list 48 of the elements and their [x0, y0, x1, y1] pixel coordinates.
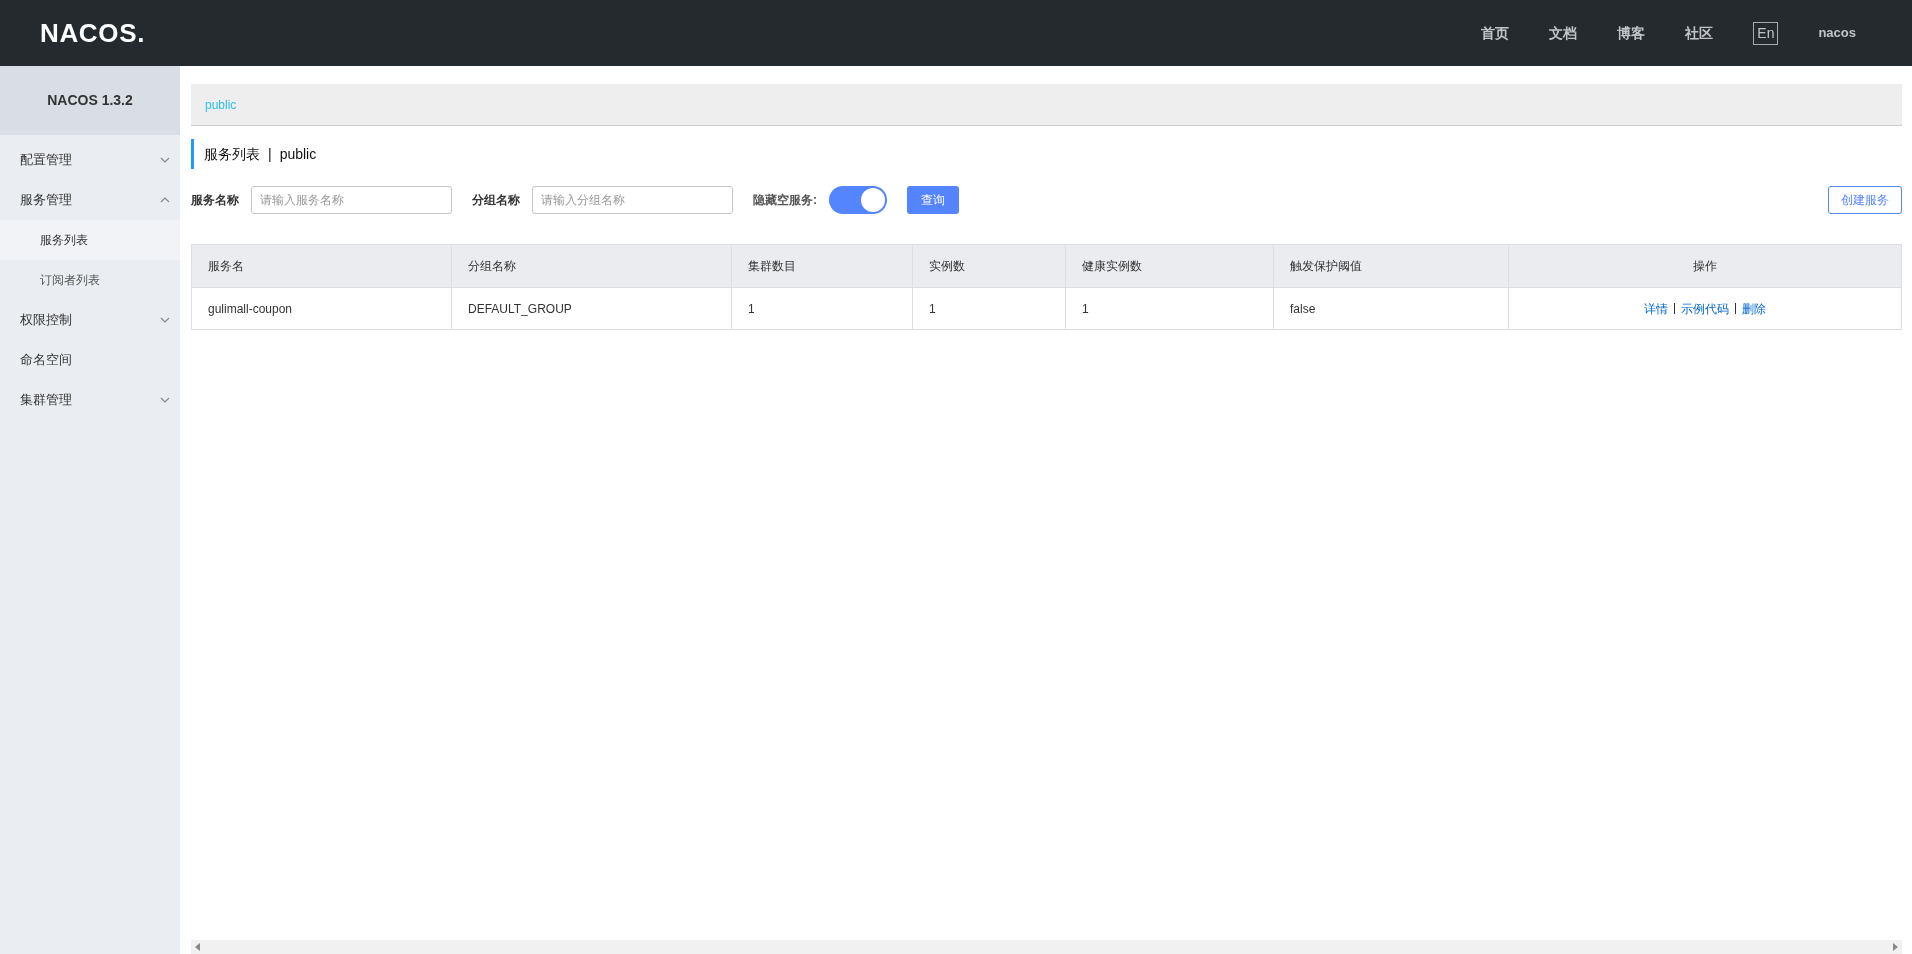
sidebar-subitem[interactable]: 服务列表 — [0, 220, 180, 260]
service-name-field[interactable]: 请输入服务名称 — [251, 186, 452, 214]
horizontal-scrollbar[interactable] — [191, 940, 1902, 954]
language-button[interactable]: En — [1753, 21, 1779, 45]
action-link[interactable]: 示例代码 — [1681, 299, 1729, 318]
table-cell: false — [1274, 288, 1509, 329]
page-title: 服务列表 — [204, 144, 260, 164]
table-cell: 1 — [913, 288, 1066, 329]
sidebar-item[interactable]: 集群管理 — [0, 380, 180, 420]
sidebar-item[interactable]: 权限控制 — [0, 300, 180, 340]
column-header: 实例数 — [913, 245, 1066, 287]
create-service-button[interactable]: 创建服务 — [1828, 186, 1902, 214]
title-separator: | — [268, 144, 272, 164]
column-header: 健康实例数 — [1066, 245, 1274, 287]
chevron-down-icon — [160, 397, 170, 403]
action-link[interactable]: 详情 — [1644, 299, 1668, 318]
column-header: 集群数目 — [732, 245, 913, 287]
user-name[interactable]: nacos — [1818, 23, 1856, 43]
column-header: 服务名 — [192, 245, 452, 287]
namespace-name: public — [279, 144, 317, 164]
scroll-left-icon[interactable] — [195, 943, 200, 951]
chevron-down-icon — [160, 157, 170, 163]
column-header: 触发保护阈值 — [1274, 245, 1509, 287]
group-name-field[interactable]: 请输入分组名称 — [532, 186, 733, 214]
chevron-up-icon — [160, 197, 170, 203]
table-cell: 1 — [1066, 288, 1274, 329]
action-link[interactable]: 删除 — [1742, 299, 1766, 318]
table-cell: gulimall-coupon — [192, 288, 452, 329]
sidebar-subitem[interactable]: 订阅者列表 — [0, 260, 180, 300]
chevron-down-icon — [160, 317, 170, 323]
table-cell: 1 — [732, 288, 913, 329]
column-header: 操作 — [1692, 258, 1718, 275]
logo[interactable]: NACOS. — [40, 13, 146, 53]
scroll-right-icon[interactable] — [1893, 943, 1898, 951]
sidebar-item[interactable]: 配置管理 — [0, 140, 180, 180]
nav-link[interactable]: 首页 — [1481, 22, 1510, 44]
sidebar-title: NACOS 1.3.2 — [0, 66, 180, 135]
field-label: 服务名称 — [191, 192, 239, 209]
nav-link[interactable]: 文档 — [1549, 22, 1578, 44]
hide-empty-switch[interactable] — [829, 186, 887, 214]
toggle-label: 隐藏空服务: — [753, 192, 817, 209]
field-label: 分组名称 — [472, 192, 520, 209]
sidebar-item[interactable]: 命名空间 — [0, 340, 180, 380]
nav-link[interactable]: 博客 — [1617, 22, 1646, 44]
table-cell: DEFAULT_GROUP — [452, 288, 732, 329]
sidebar-item[interactable]: 服务管理 — [0, 180, 180, 220]
nav-link[interactable]: 社区 — [1685, 22, 1714, 44]
column-header: 分组名称 — [452, 245, 732, 287]
